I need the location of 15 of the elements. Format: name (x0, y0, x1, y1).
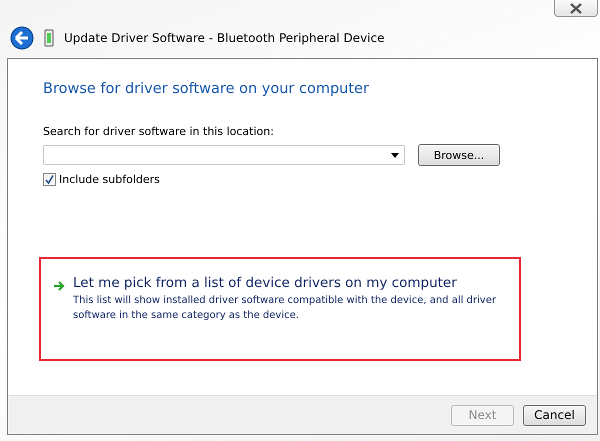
arrow-icon (53, 281, 65, 291)
device-icon (44, 28, 54, 46)
search-label: Search for driver software in this location: (43, 125, 275, 138)
window-title: Update Driver Software - Bluetooth Peripheral Device (64, 30, 384, 44)
include-subfolders-label: Include subfolders (59, 173, 160, 186)
option-description: This list will show installed driver software compatible with the device, and all driver software in the same category as the device. (73, 294, 497, 323)
include-subfolders-checkbox[interactable] (43, 173, 56, 186)
dialog-button[interactable]: Cancel (523, 404, 586, 426)
close-button[interactable] (554, 0, 598, 17)
browse-button[interactable]: Browse... (418, 144, 500, 166)
dropdown-caret-icon (391, 152, 399, 158)
back-button[interactable] (10, 26, 34, 50)
close-icon (569, 2, 583, 14)
pick-driver-link[interactable]: Let me pick from a list of device drivers on my computer (73, 275, 513, 291)
page-heading: Browse for driver software on your computer (43, 81, 370, 97)
